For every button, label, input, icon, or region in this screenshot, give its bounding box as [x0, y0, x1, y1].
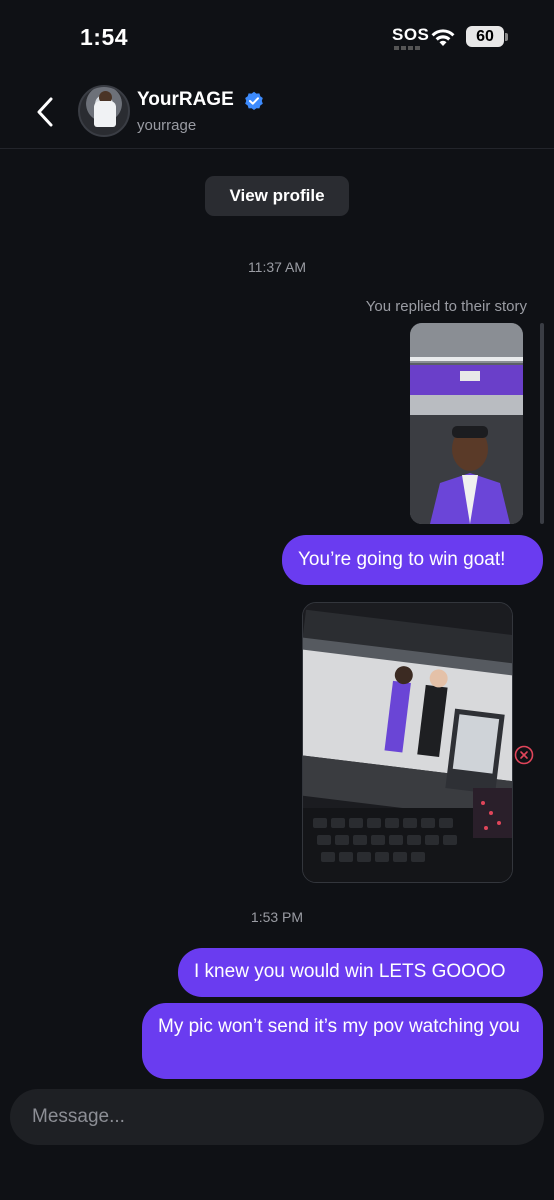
message-timestamp: 1:53 PM — [250, 909, 304, 925]
avatar[interactable] — [78, 85, 130, 137]
photo-image — [303, 603, 512, 882]
status-bar: 1:54 SOS 60 — [0, 0, 554, 75]
story-thumbnail[interactable] — [410, 323, 523, 524]
message-input[interactable] — [10, 1089, 544, 1145]
story-reply-bar — [540, 323, 544, 524]
sent-message[interactable]: You’re going to win goat! — [282, 535, 543, 585]
story-reply-note: You replied to their story — [365, 298, 527, 315]
signal-dots-icon — [394, 46, 422, 50]
view-profile-button[interactable]: View profile — [205, 176, 349, 216]
wifi-icon — [431, 29, 455, 46]
verified-badge-icon — [245, 91, 263, 110]
contact-handle: yourrage — [137, 117, 197, 134]
contact-name[interactable]: YourRAGE — [137, 89, 234, 111]
battery-indicator: 60 — [466, 26, 504, 47]
unsent-photo[interactable] — [302, 602, 513, 883]
send-error-icon[interactable] — [514, 745, 534, 765]
sent-message[interactable]: I knew you would win LETS GOOOO — [178, 948, 543, 997]
avatar-figure — [94, 101, 116, 127]
chat-header: YourRAGE yourrage — [0, 75, 554, 149]
status-time: 1:54 — [80, 24, 129, 50]
sos-indicator: SOS — [392, 25, 430, 44]
battery-nub — [505, 33, 508, 41]
story-image — [410, 323, 523, 524]
sent-message[interactable]: My pic won’t send it’s my pov watching y… — [142, 1003, 543, 1079]
message-timestamp: 11:37 AM — [247, 259, 307, 275]
back-arrow-icon[interactable] — [32, 95, 60, 129]
